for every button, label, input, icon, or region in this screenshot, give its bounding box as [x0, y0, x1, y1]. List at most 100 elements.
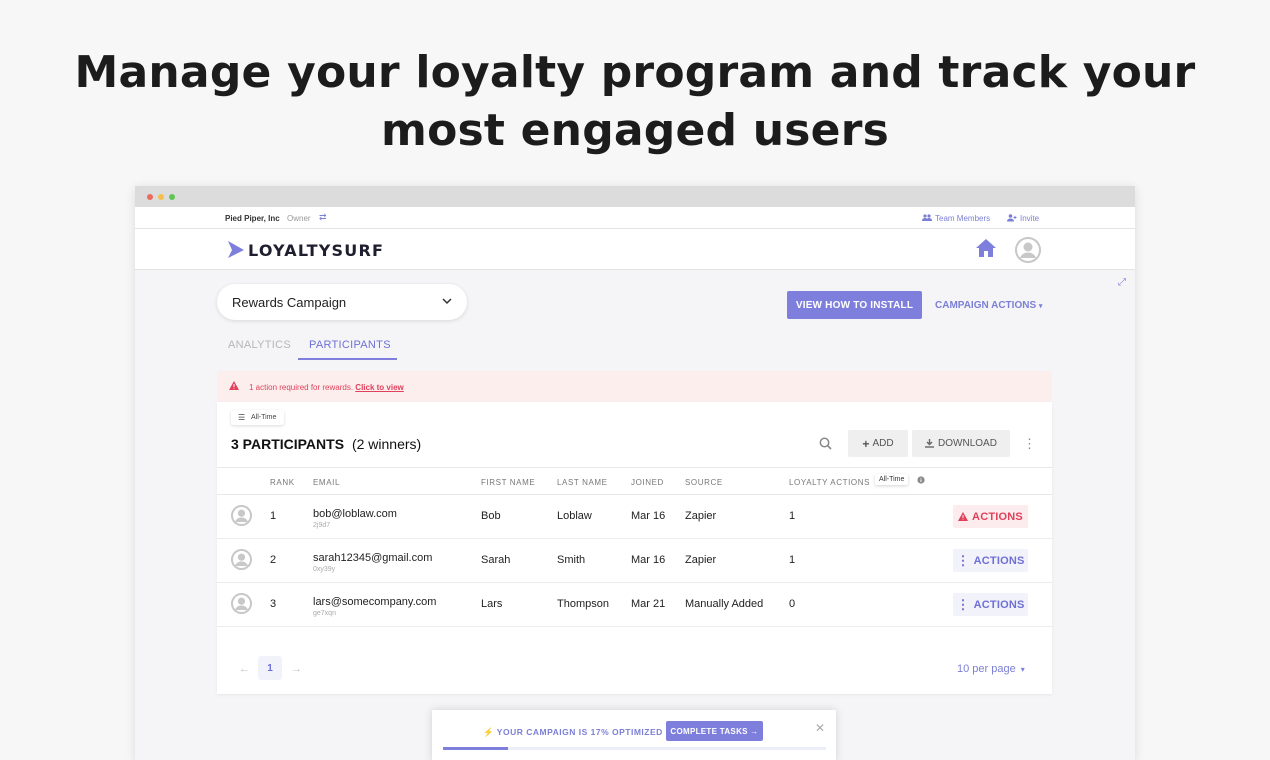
campaign-select[interactable]: Rewards Campaign — [217, 284, 467, 320]
optimization-banner: ⚡ YOUR CAMPAIGN IS 17% OPTIMIZED COMPLET… — [432, 710, 836, 760]
plus-icon: + — [862, 436, 870, 451]
header-last-name[interactable]: LAST NAME — [557, 478, 608, 487]
campaign-actions-menu[interactable]: CAMPAIGN ACTIONS ▾ — [935, 300, 1042, 311]
header-rank[interactable]: RANK — [270, 478, 295, 487]
header-joined[interactable]: JOINED — [631, 478, 664, 487]
header-first-name[interactable]: FIRST NAME — [481, 478, 535, 487]
cell-first-name: Lars — [481, 598, 503, 610]
tab-analytics[interactable]: ANALYTICS — [228, 339, 291, 351]
participants-count: 3 PARTICIPANTS — [231, 436, 345, 452]
row-actions-button[interactable]: ACTIONS — [953, 505, 1028, 528]
cell-last-name: Loblaw — [557, 510, 592, 522]
switch-org-icon[interactable]: ⇄ — [319, 212, 327, 223]
participant-avatar — [231, 505, 252, 526]
cell-source: Manually Added — [685, 598, 764, 610]
close-icon[interactable]: ✕ — [815, 721, 825, 735]
time-filter-label: All-Time — [251, 414, 277, 421]
cell-joined: Mar 16 — [631, 510, 666, 522]
cell-joined: Mar 21 — [631, 598, 666, 610]
maximize-window-dot[interactable] — [169, 194, 175, 200]
download-button[interactable]: DOWNLOAD — [912, 430, 1010, 457]
cell-loyalty-actions: 1 — [789, 510, 796, 522]
next-page-arrow-icon[interactable]: → — [291, 663, 302, 675]
minimize-window-dot[interactable] — [158, 194, 164, 200]
cell-last-name: Smith — [557, 554, 586, 566]
winners-count: (2 winners) — [351, 436, 422, 452]
user-silhouette-icon — [231, 593, 252, 614]
caret-down-icon: ▾ — [1020, 665, 1025, 674]
header-loyalty-actions[interactable]: LOYALTY ACTIONS — [789, 478, 870, 487]
cell-referral-code: 2j9d7 — [313, 522, 331, 529]
download-icon — [925, 439, 935, 448]
download-button-label: DOWNLOAD — [938, 438, 997, 449]
cell-email: lars@somecompany.com — [313, 596, 437, 608]
alert-text: 1 action required for rewards. Click to … — [249, 383, 404, 392]
user-avatar[interactable] — [1015, 237, 1041, 263]
table-row[interactable]: 3 lars@somecompany.com ge7xqn Lars Thomp… — [217, 583, 1052, 627]
cell-referral-code: ge7xqn — [313, 610, 336, 617]
search-icon[interactable] — [819, 437, 832, 450]
alert-message: 1 action required for rewards. — [249, 383, 354, 392]
hero-heading: Manage your loyalty program and track yo… — [0, 44, 1270, 160]
time-filter-chip[interactable]: ☰ All-Time — [231, 410, 285, 425]
org-role: Owner — [287, 214, 311, 223]
cell-first-name: Bob — [481, 510, 501, 522]
tab-participants[interactable]: PARTICIPANTS — [309, 339, 391, 351]
team-members-link[interactable]: Team Members — [922, 214, 990, 223]
view-how-to-install-button[interactable]: VIEW HOW TO INSTALL — [787, 291, 922, 319]
click-to-view-link[interactable]: Click to view — [355, 383, 403, 392]
list-filter-icon: ☰ — [238, 413, 246, 422]
logo-text[interactable]: LOYALTYSURF — [248, 241, 384, 260]
previous-page-arrow-icon[interactable]: ← — [239, 663, 250, 675]
org-name: Pied Piper, Inc — [225, 214, 280, 223]
close-window-dot[interactable] — [147, 194, 153, 200]
caret-down-icon: ▾ — [1038, 303, 1043, 310]
home-icon[interactable] — [975, 238, 997, 258]
table-header: RANK EMAIL FIRST NAME LAST NAME JOINED S… — [217, 467, 1052, 495]
add-participant-button[interactable]: + ADD — [848, 430, 908, 457]
participants-panel: ☰ All-Time 3 PARTICIPANTS (2 winners) + … — [217, 402, 1052, 694]
page-number-button[interactable]: 1 — [258, 656, 282, 680]
top-navbar: LOYALTYSURF — [135, 229, 1135, 270]
more-options-icon[interactable]: ⋮ — [1023, 437, 1036, 450]
row-actions-label: ACTIONS — [973, 598, 1025, 611]
cell-source: Zapier — [685, 510, 717, 522]
info-icon[interactable] — [917, 476, 925, 484]
table-row[interactable]: 1 bob@loblaw.com 2j9d7 Bob Loblaw Mar 16… — [217, 495, 1052, 539]
cell-rank: 2 — [270, 554, 277, 566]
add-user-icon — [1007, 214, 1017, 222]
warning-icon — [229, 381, 239, 390]
participant-avatar — [231, 593, 252, 614]
org-bar: Pied Piper, Inc Owner ⇄ Team Members Inv… — [135, 207, 1135, 229]
user-silhouette-icon — [231, 505, 252, 526]
window-titlebar — [135, 186, 1135, 207]
header-email[interactable]: EMAIL — [313, 478, 340, 487]
invite-label: Invite — [1020, 214, 1040, 223]
campaign-actions-label: CAMPAIGN ACTIONS — [935, 300, 1037, 311]
optimization-text: ⚡ YOUR CAMPAIGN IS 17% OPTIMIZED — [483, 727, 663, 737]
logo-arrow-icon — [228, 241, 244, 258]
per-page-select[interactable]: 10 per page ▾ — [957, 663, 1025, 675]
cell-loyalty-actions: 0 — [789, 598, 796, 610]
user-silhouette-icon — [1015, 237, 1041, 263]
header-source[interactable]: SOURCE — [685, 478, 723, 487]
cell-first-name: Sarah — [481, 554, 511, 566]
table-row[interactable]: 2 sarah12345@gmail.com 0xy39y Sarah Smit… — [217, 539, 1052, 583]
expand-icon[interactable]: ⤢ — [1118, 277, 1126, 288]
optimization-progress-fill — [443, 747, 509, 750]
row-actions-button[interactable]: ⋮ ACTIONS — [953, 593, 1028, 616]
hero-line-1: Manage your loyalty program and track yo… — [74, 47, 1196, 98]
loyalty-tooltip: All-Time — [875, 474, 909, 485]
complete-tasks-button[interactable]: COMPLETE TASKS → — [666, 721, 763, 741]
hero-line-2: most engaged users — [381, 105, 889, 156]
add-button-label: ADD — [872, 438, 894, 449]
warning-icon — [958, 512, 969, 521]
row-actions-button[interactable]: ⋮ ACTIONS — [953, 549, 1028, 572]
per-page-label: 10 per page — [957, 663, 1016, 675]
participants-title: 3 PARTICIPANTS (2 winners) — [231, 436, 421, 452]
invite-link[interactable]: Invite — [1007, 214, 1039, 223]
row-actions-label: ACTIONS — [973, 554, 1025, 567]
cell-rank: 1 — [270, 510, 277, 522]
kebab-icon: ⋮ — [956, 596, 970, 612]
chevron-down-icon — [442, 298, 452, 305]
